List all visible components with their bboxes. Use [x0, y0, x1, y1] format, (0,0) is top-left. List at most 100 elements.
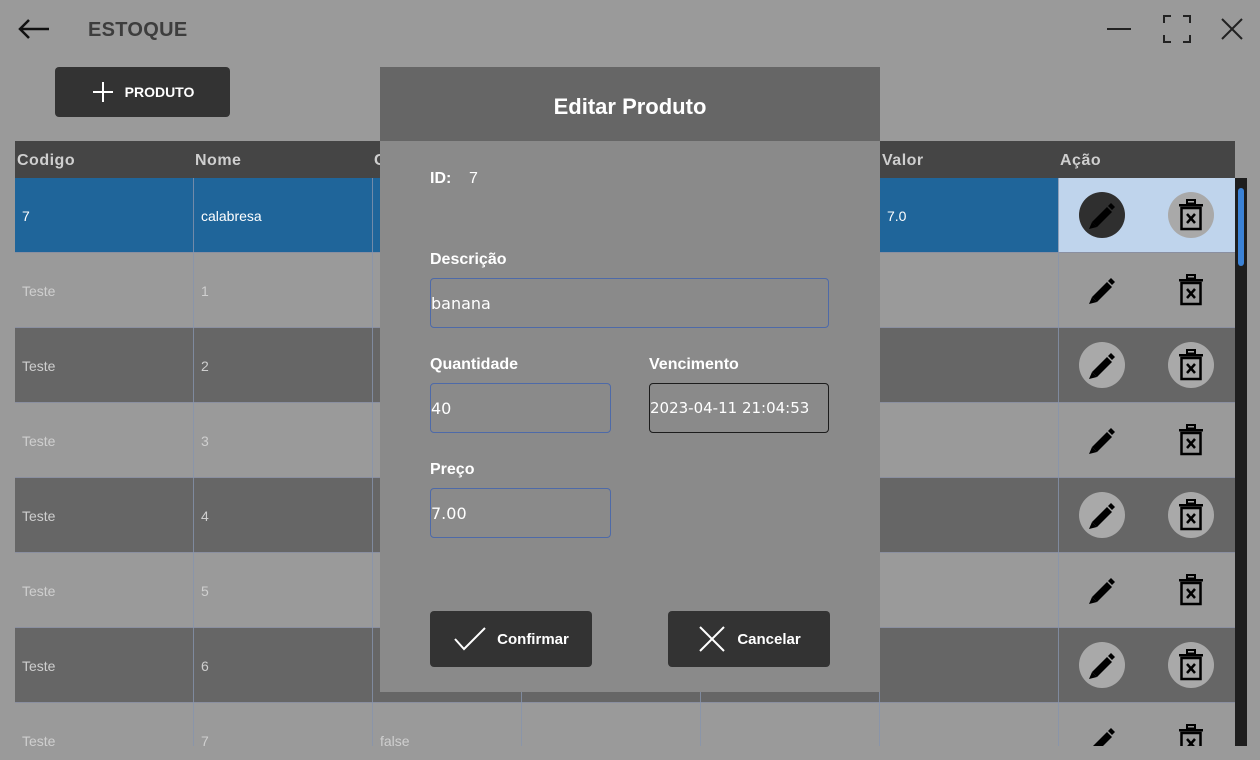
column-header-nome[interactable]: Nome — [195, 141, 241, 178]
nome-cell: 3 — [201, 433, 209, 449]
codigo-cell: Teste — [22, 733, 56, 746]
x-icon — [699, 626, 726, 652]
nome-cell: calabresa — [201, 208, 262, 224]
action-cell — [1058, 703, 1235, 746]
preco-label: Preço — [430, 461, 475, 478]
trash-icon — [1179, 499, 1203, 531]
id-label: ID: — [430, 170, 452, 187]
column-divider — [1058, 178, 1059, 746]
valor-cell — [880, 478, 1058, 552]
codigo-cell: Teste — [22, 283, 56, 299]
cancel-button[interactable]: Cancelar — [668, 611, 830, 667]
valor-cell — [880, 553, 1058, 627]
valor-cell — [880, 328, 1058, 402]
minimize-icon — [1107, 28, 1131, 30]
pencil-icon — [1089, 278, 1115, 304]
preco-input[interactable] — [430, 488, 611, 538]
quantidade-label: Quantidade — [430, 356, 519, 373]
id-value: 7 — [469, 170, 478, 187]
edit-row-button[interactable] — [1079, 267, 1125, 313]
pencil-icon — [1089, 578, 1115, 604]
vencimento-input[interactable] — [649, 383, 829, 433]
dialog-title: Editar Produto — [380, 67, 880, 141]
maximize-icon — [1163, 15, 1191, 43]
codigo-cell: Teste — [22, 583, 56, 599]
edit-row-button[interactable] — [1079, 567, 1125, 613]
trash-icon — [1179, 649, 1203, 681]
pencil-icon — [1089, 203, 1115, 229]
codigo-cell: Teste — [22, 508, 56, 524]
nome-cell: 4 — [201, 508, 209, 524]
table-row[interactable]: Teste 7 false — [15, 703, 1235, 746]
valor-cell — [880, 403, 1058, 477]
action-cell — [1058, 178, 1235, 252]
nome-cell: 1 — [201, 283, 209, 299]
nome-cell: 6 — [201, 658, 209, 674]
trash-icon — [1179, 574, 1203, 606]
edit-row-button[interactable] — [1079, 417, 1125, 463]
edit-row-button[interactable] — [1079, 342, 1125, 388]
nome-cell: 2 — [201, 358, 209, 374]
pencil-icon — [1089, 653, 1115, 679]
back-button[interactable] — [16, 12, 52, 46]
nome-cell: 7 — [201, 733, 209, 746]
valor-cell — [880, 253, 1058, 327]
vencimento-label: Vencimento — [649, 356, 739, 373]
confirm-button[interactable]: Confirmar — [430, 611, 592, 667]
column-header-codigo[interactable]: Codigo — [17, 141, 75, 178]
delete-row-button[interactable] — [1168, 342, 1214, 388]
valor-cell — [880, 628, 1058, 702]
minimize-button[interactable] — [1102, 12, 1136, 46]
add-product-label: PRODUTO — [124, 84, 195, 100]
edit-row-button[interactable] — [1079, 192, 1125, 238]
delete-row-button[interactable] — [1168, 192, 1214, 238]
valor-cell: 7.0 — [887, 208, 907, 224]
maximize-button[interactable] — [1160, 12, 1194, 46]
descricao-input[interactable] — [430, 278, 829, 328]
codigo-cell: Teste — [22, 658, 56, 674]
cancel-label: Cancelar — [737, 630, 801, 648]
pencil-icon — [1089, 428, 1115, 454]
column-divider — [372, 178, 373, 746]
trash-icon — [1179, 199, 1203, 231]
app-title: ESTOQUE — [88, 19, 188, 41]
valor-cell — [880, 703, 1058, 746]
add-product-button[interactable]: PRODUTO — [55, 67, 230, 117]
trash-icon — [1179, 274, 1203, 306]
action-cell — [1058, 628, 1235, 702]
edit-row-button[interactable] — [1079, 492, 1125, 538]
delete-row-button[interactable] — [1168, 642, 1214, 688]
pencil-icon — [1089, 503, 1115, 529]
edit-row-button[interactable] — [1079, 642, 1125, 688]
close-window-button[interactable] — [1215, 12, 1249, 46]
delete-row-button[interactable] — [1168, 417, 1214, 463]
arrow-left-icon — [18, 19, 49, 39]
table-scrollbar[interactable] — [1235, 178, 1247, 746]
action-cell — [1058, 478, 1235, 552]
col3-cell: false — [380, 733, 410, 746]
delete-row-button[interactable] — [1168, 567, 1214, 613]
trash-icon — [1179, 724, 1203, 746]
close-icon — [1221, 18, 1243, 40]
title-bar: ESTOQUE — [0, 0, 1260, 60]
nome-cell: 5 — [201, 583, 209, 599]
delete-row-button[interactable] — [1168, 267, 1214, 313]
pencil-icon — [1093, 728, 1115, 746]
codigo-cell: Teste — [22, 433, 56, 449]
edit-product-dialog: Editar Produto ID: 7 Descrição Quantidad… — [380, 67, 880, 692]
quantidade-input[interactable] — [430, 383, 611, 433]
action-cell — [1058, 403, 1235, 477]
column-header-acao: Ação — [1060, 152, 1102, 169]
descricao-label: Descrição — [430, 251, 507, 268]
codigo-cell: 7 — [22, 208, 30, 224]
trash-icon — [1179, 349, 1203, 381]
edit-row-button[interactable] — [1079, 717, 1125, 746]
action-cell — [1058, 253, 1235, 327]
delete-row-button[interactable] — [1168, 492, 1214, 538]
action-cell — [1058, 328, 1235, 402]
pencil-icon — [1089, 353, 1115, 379]
delete-row-button[interactable] — [1168, 717, 1214, 746]
scrollbar-thumb[interactable] — [1238, 188, 1244, 266]
column-header-valor[interactable]: Valor — [882, 141, 924, 178]
plus-icon — [92, 82, 113, 102]
